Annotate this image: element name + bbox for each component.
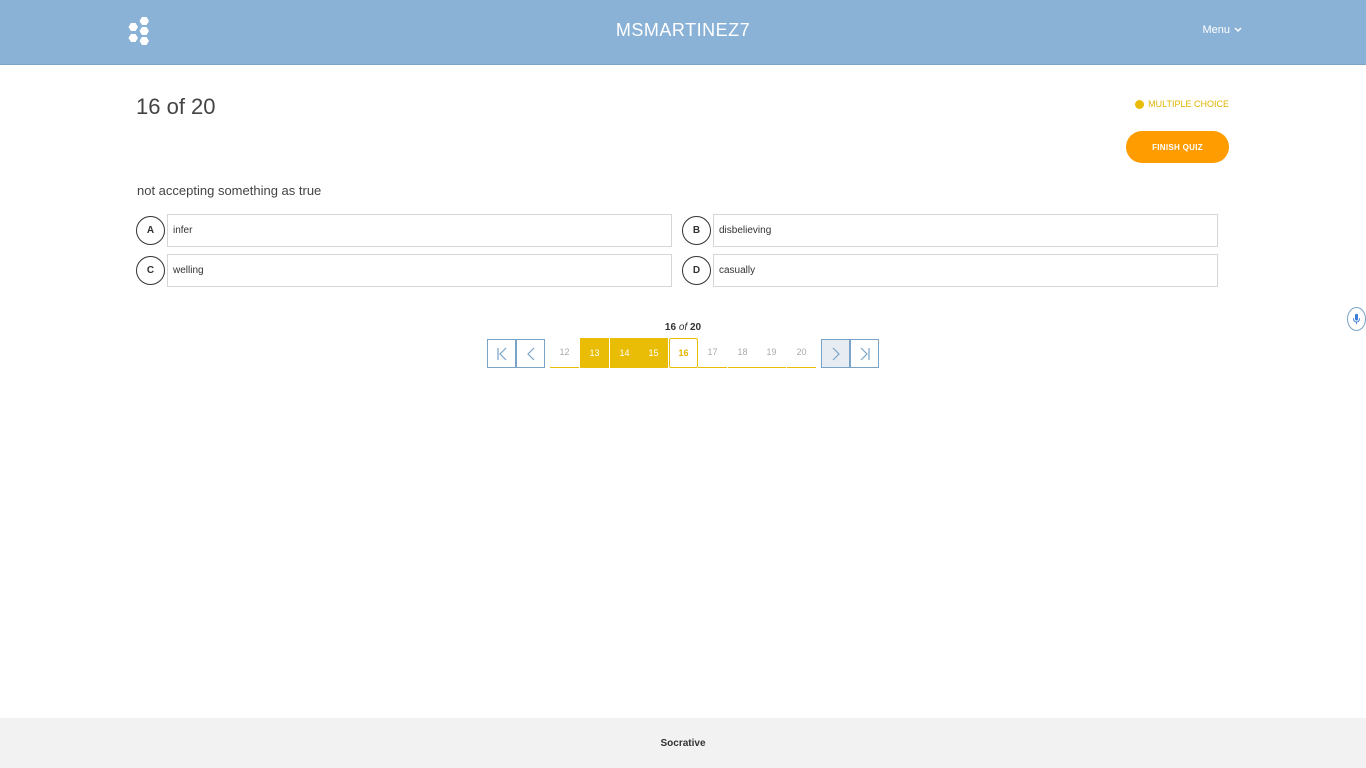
question-prompt: not accepting something as true: [137, 183, 322, 198]
page-20[interactable]: 20: [787, 338, 816, 368]
footer: Socrative: [0, 718, 1366, 768]
pagination-of: of: [678, 322, 688, 333]
microphone-icon[interactable]: [1347, 307, 1366, 331]
page-19[interactable]: 19: [757, 338, 786, 368]
previous-page-icon: [526, 347, 534, 360]
choice-text: disbelieving: [713, 214, 1218, 247]
chevron-down-icon: [1234, 27, 1242, 32]
answer-choice-a[interactable]: A infer: [136, 214, 672, 247]
page-12[interactable]: 12: [550, 338, 579, 368]
answer-choice-c[interactable]: C welling: [136, 254, 672, 287]
question-type-badge: MULTIPLE CHOICE: [1135, 99, 1229, 109]
last-page-icon: [860, 347, 870, 360]
page-13[interactable]: 13: [580, 338, 609, 368]
answer-choice-d[interactable]: D casually: [682, 254, 1218, 287]
next-page-button[interactable]: [821, 339, 850, 368]
question-counter: 16 of 20: [136, 94, 216, 119]
answer-choice-b[interactable]: B disbelieving: [682, 214, 1218, 247]
question-type-dot-icon: [1135, 99, 1145, 109]
next-page-icon: [832, 347, 840, 360]
page-16[interactable]: 16: [669, 338, 698, 368]
page-18[interactable]: 18: [728, 338, 757, 368]
page-14[interactable]: 14: [610, 338, 639, 368]
choice-letter: B: [682, 216, 711, 245]
first-page-button[interactable]: [487, 339, 516, 368]
choice-text: infer: [167, 214, 672, 247]
question-type-label: MULTIPLE CHOICE: [1148, 99, 1229, 109]
pagination-total: 20: [689, 322, 702, 333]
choice-letter: C: [136, 256, 165, 285]
choice-letter: D: [682, 256, 711, 285]
pagination-current: 16: [664, 322, 677, 333]
page-17[interactable]: 17: [698, 338, 727, 368]
previous-page-button[interactable]: [516, 339, 545, 368]
room-name: MSMARTINEZ7: [615, 20, 751, 40]
finish-quiz-button[interactable]: FINISH QUIZ: [1126, 131, 1229, 163]
choice-letter: A: [136, 216, 165, 245]
last-page-button[interactable]: [850, 339, 879, 368]
choice-text: welling: [167, 254, 672, 287]
page-15[interactable]: 15: [639, 338, 668, 368]
top-header: MSMARTINEZ7 Menu: [0, 0, 1366, 65]
first-page-icon: [496, 347, 506, 360]
menu-button[interactable]: Menu: [1202, 24, 1242, 36]
pagination-label: 16 of 20: [0, 322, 1366, 333]
choice-text: casually: [713, 254, 1218, 287]
footer-brand: Socrative: [660, 737, 706, 749]
menu-label: Menu: [1202, 24, 1230, 36]
